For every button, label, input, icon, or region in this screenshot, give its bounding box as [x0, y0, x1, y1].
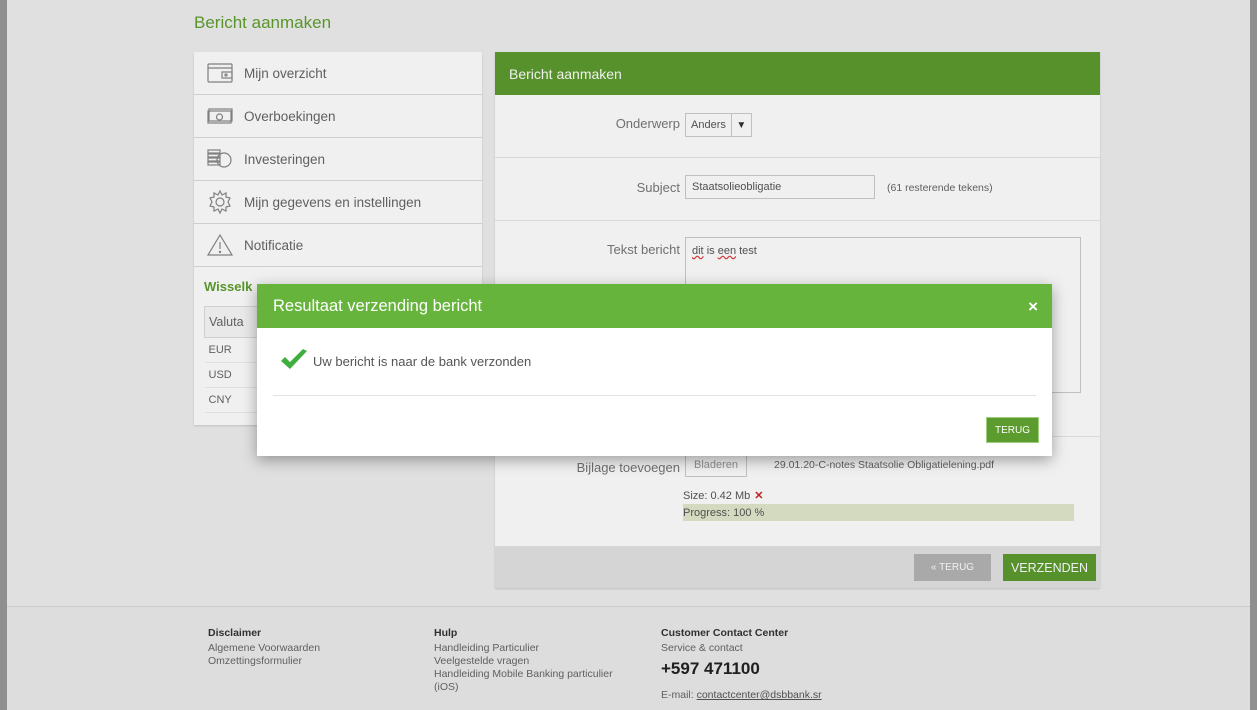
dialog-header: Resultaat verzending bericht × [257, 284, 1052, 328]
dialog-body: Uw bericht is naar de bank verzonden [273, 328, 1036, 396]
check-icon [273, 348, 313, 375]
result-dialog: Resultaat verzending bericht × Uw berich… [257, 284, 1052, 456]
close-icon[interactable]: × [1028, 297, 1038, 317]
dialog-message: Uw bericht is naar de bank verzonden [313, 354, 532, 369]
dialog-title: Resultaat verzending bericht [273, 296, 483, 315]
dialog-back-button[interactable]: TERUG [987, 418, 1038, 442]
